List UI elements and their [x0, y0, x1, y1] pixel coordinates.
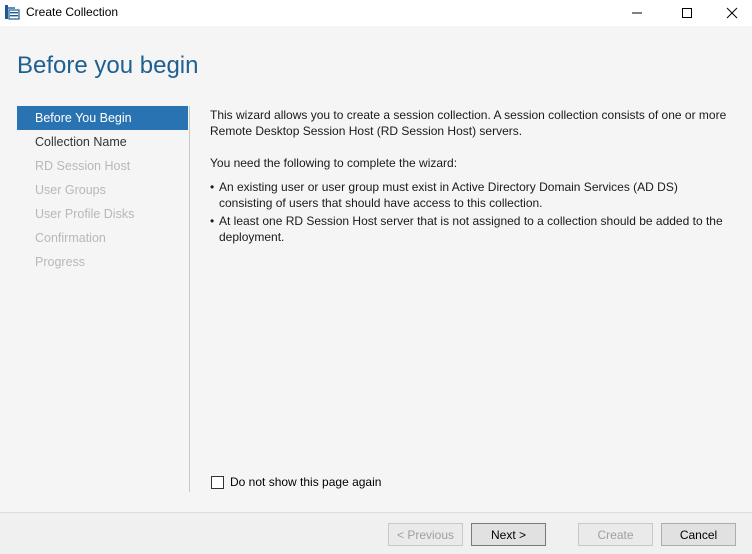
nav-step-user-profile-disks: User Profile Disks	[35, 207, 135, 221]
requirements-list: • An existing user or user group must ex…	[210, 179, 730, 245]
intro-text: This wizard allows you to create a sessi…	[210, 108, 727, 138]
window-title: Create Collection	[26, 5, 119, 19]
maximize-icon	[682, 7, 692, 18]
minimize-icon	[632, 12, 642, 13]
nav-divider	[189, 106, 190, 492]
create-collection-window: Create Collection Before you begin Befor…	[0, 0, 752, 554]
do-not-show-again-checkbox[interactable]	[211, 475, 224, 489]
nav-step-rd-session-host: RD Session Host	[35, 159, 131, 173]
wizard-steps-nav: Before You Begin Collection Name RD Sessio…	[17, 106, 188, 274]
previous-button[interactable]: < Previous	[388, 523, 463, 546]
title-bar: Create Collection	[0, 0, 752, 25]
nav-step-confirmation: Confirmation	[35, 231, 106, 245]
nav-step-collection-name[interactable]: Collection Name	[17, 130, 188, 154]
requirement-item: • At least one RD Session Host server th…	[210, 213, 730, 245]
close-button[interactable]	[709, 0, 752, 25]
nav-step-progress: Progress	[35, 255, 86, 269]
server-manager-app-icon	[4, 4, 20, 20]
requirement-text: An existing user or user group must exis…	[219, 180, 678, 210]
wizard-content: Before you begin Before You Begin Collect…	[0, 26, 752, 512]
do-not-show-again-label[interactable]: Do not show this page again	[230, 475, 381, 489]
wizard-main-panel: This wizard allows you to create a sessi…	[210, 107, 730, 247]
bullet-icon: •	[210, 214, 215, 228]
create-button[interactable]: Create	[578, 523, 653, 546]
page-title: Before you begin	[17, 52, 199, 79]
wizard-footer: < Previous Next > Create Cancel	[0, 512, 752, 554]
next-button[interactable]: Next >	[471, 523, 546, 546]
cancel-button[interactable]: Cancel	[661, 523, 736, 546]
nav-step-user-groups: User Groups	[35, 183, 106, 197]
requirement-item: • An existing user or user group must ex…	[210, 179, 730, 211]
maximize-button[interactable]	[664, 0, 710, 25]
close-icon	[726, 7, 738, 18]
requirement-text: At least one RD Session Host server that…	[219, 214, 723, 244]
bullet-icon: •	[210, 180, 215, 194]
requirements-heading: You need the following to complete the w…	[210, 156, 458, 170]
do-not-show-again-row[interactable]: Do not show this page again	[211, 475, 381, 489]
minimize-button[interactable]	[614, 0, 660, 25]
nav-step-before-you-begin[interactable]: Before You Begin	[17, 106, 188, 130]
